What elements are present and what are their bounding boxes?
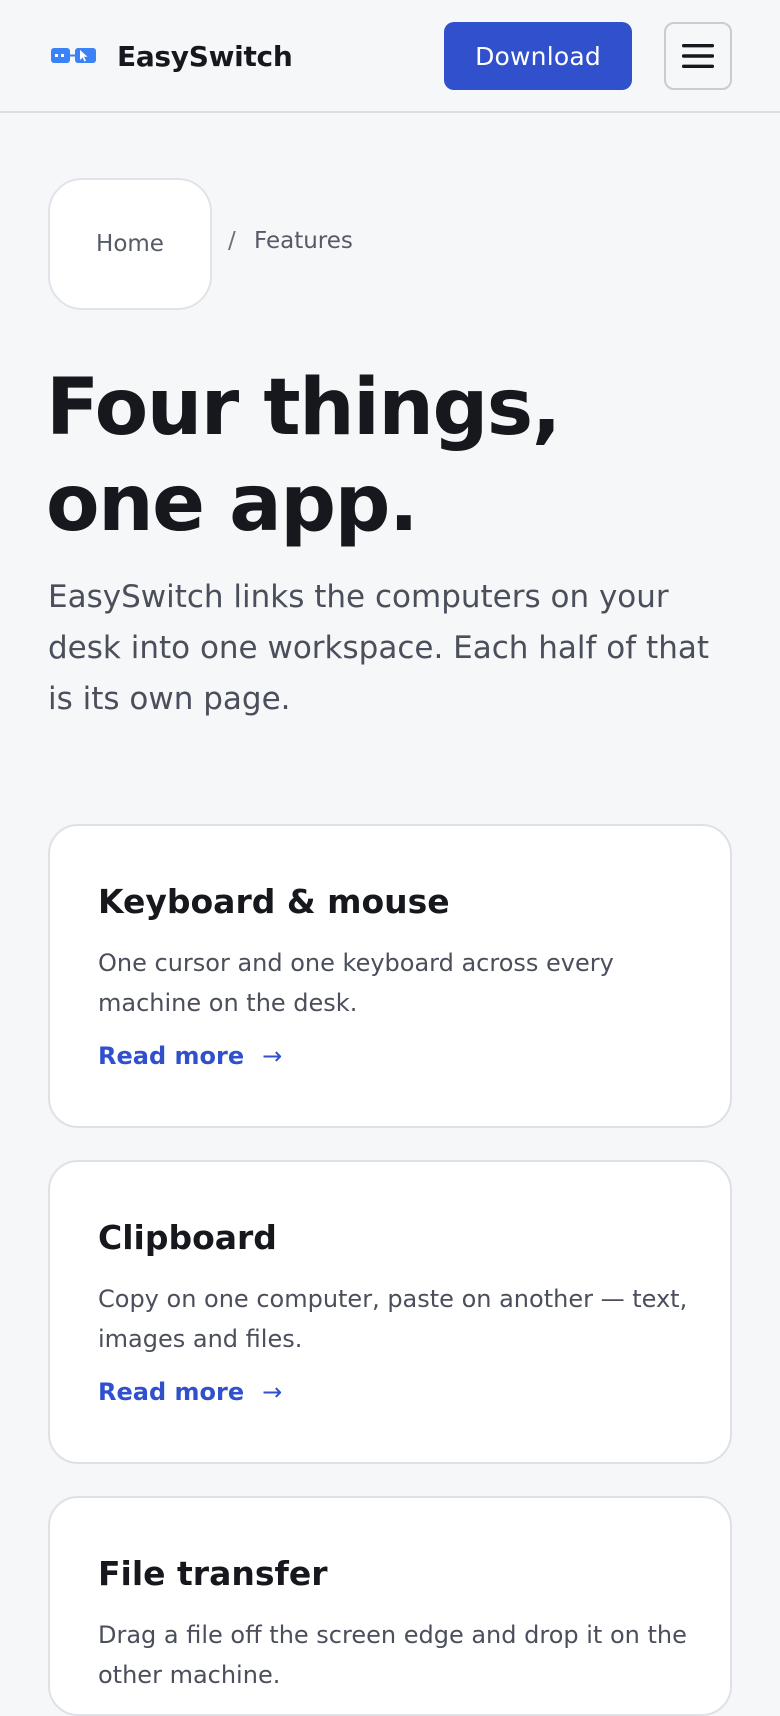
arrow-right-icon: → (262, 1042, 283, 1070)
brand-name: EasySwitch (117, 39, 293, 73)
page-title: Four things, one app. (46, 360, 726, 552)
feature-title: Clipboard (98, 1218, 277, 1257)
two-screens-cursor-icon (51, 48, 96, 63)
feature-card-keyboard-mouse: Keyboard & mouse One cursor and one keyb… (48, 824, 732, 1128)
page-subtitle: EasySwitch links the computers on your d… (48, 579, 709, 717)
feature-title: File transfer (98, 1554, 328, 1593)
feature-description: Drag a file off the screen edge and drop… (98, 1621, 687, 1689)
read-more-link-clipboard[interactable]: Read more → (98, 1378, 282, 1406)
breadcrumb-current-page: Features (254, 228, 353, 254)
read-more-label: Read more (98, 1042, 245, 1070)
top-navigation-bar: EasySwitch Download (0, 0, 780, 113)
menu-button[interactable] (664, 22, 732, 90)
download-button[interactable]: Download (444, 22, 632, 90)
page-title-line-1: Four things, (46, 363, 561, 453)
breadcrumb-home-link[interactable]: Home (48, 178, 212, 310)
brand-link[interactable]: EasySwitch (51, 36, 293, 76)
feature-title: Keyboard & mouse (98, 882, 450, 921)
breadcrumb-separator: / (228, 228, 236, 254)
feature-description: One cursor and one keyboard across every… (98, 949, 614, 1017)
feature-card-file-transfer: File transfer Drag a file off the screen… (48, 1496, 732, 1716)
feature-card-clipboard: Clipboard Copy on one computer, paste on… (48, 1160, 732, 1464)
read-more-label: Read more (98, 1378, 245, 1406)
feature-description: Copy on one computer, paste on another —… (98, 1285, 688, 1353)
page-title-line-2: one app. (46, 459, 419, 549)
arrow-right-icon: → (262, 1378, 283, 1406)
hamburger-menu-icon (682, 44, 714, 68)
read-more-link-keyboard-mouse[interactable]: Read more → (98, 1042, 282, 1070)
